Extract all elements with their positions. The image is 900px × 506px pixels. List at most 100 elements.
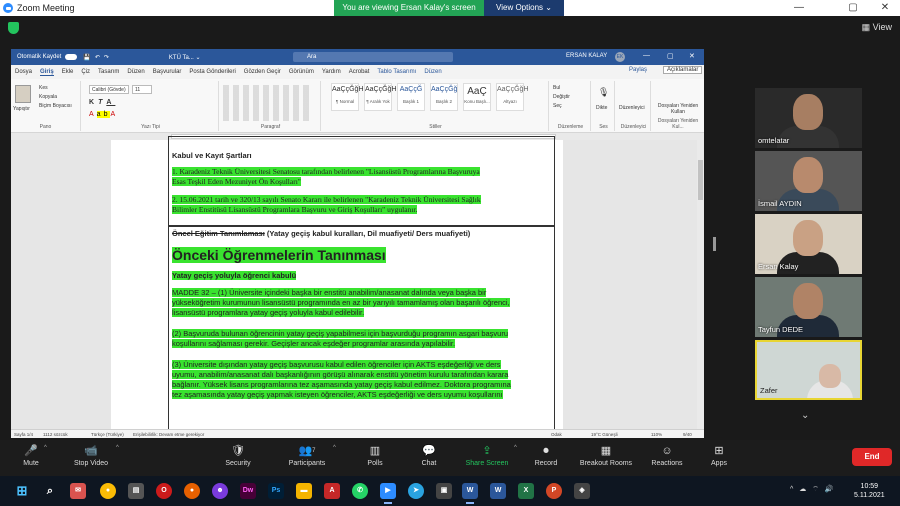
- status-zoom[interactable]: 110%: [651, 432, 662, 437]
- tab-gozden-gecir[interactable]: Gözden Geçir: [244, 69, 281, 75]
- chrome-icon[interactable]: ●: [100, 483, 116, 499]
- paragraph-buttons[interactable]: [223, 85, 313, 121]
- app-icon[interactable]: ▣: [436, 483, 452, 499]
- breakout-rooms-button[interactable]: ▦ Breakout Rooms: [576, 443, 636, 467]
- security-button[interactable]: 🛡 Security: [220, 443, 256, 467]
- participant-tile[interactable]: İsmail AYDIN: [755, 151, 862, 211]
- copy-button[interactable]: Kopyala: [39, 94, 57, 100]
- opera-icon[interactable]: O: [156, 483, 172, 499]
- tab-tablo-tasarimi[interactable]: Tablo Tasarımı: [377, 69, 416, 75]
- participant-tile[interactable]: omtelatar: [755, 88, 862, 148]
- save-icon[interactable]: 💾: [83, 54, 90, 61]
- participants-button[interactable]: 👥7 Participants: [284, 443, 330, 467]
- system-tray-icons[interactable]: ^☁⌔🔊: [790, 485, 840, 494]
- minimize-icon[interactable]: —: [784, 0, 814, 16]
- participants-caret-icon[interactable]: ^: [333, 445, 336, 451]
- maximize-icon[interactable]: ▢: [838, 0, 868, 16]
- style-heading-2[interactable]: AaÇçĞğ Başlık 2: [430, 83, 458, 111]
- close-icon[interactable]: ✕: [870, 0, 900, 16]
- tab-giris[interactable]: Giriş: [40, 69, 54, 76]
- font-format-buttons[interactable]: KTA: [89, 99, 115, 106]
- style-no-spacing[interactable]: AaÇçĞğHı ¶ Aralık Yok: [364, 83, 398, 111]
- style-subtitle[interactable]: AaÇçĞğH Altyazı: [496, 83, 529, 111]
- font-size-select[interactable]: 11: [132, 85, 152, 94]
- word-taskbar-icon[interactable]: W: [462, 483, 478, 504]
- chat-button[interactable]: 💬 Chat: [416, 443, 442, 467]
- acrobat-icon[interactable]: A: [324, 483, 340, 499]
- style-title[interactable]: AaÇ Konu Başlı...: [463, 83, 491, 111]
- status-accessibility[interactable]: Erişilebilirlik: Devam etme gerekiyor: [133, 432, 204, 437]
- reactions-button[interactable]: ☺ Reactions: [648, 443, 686, 467]
- telegram-icon[interactable]: ➤: [408, 483, 424, 499]
- view-button[interactable]: ▦ View: [862, 22, 892, 33]
- style-heading-1[interactable]: AaÇçĞ Başlık 1: [397, 83, 425, 111]
- tab-ciz[interactable]: Çiz: [81, 69, 90, 75]
- reuse-files-button[interactable]: Dosyaları Yeniden Kullan: [655, 103, 701, 115]
- format-painter-button[interactable]: Biçim Boyacısı: [39, 103, 72, 109]
- undo-icon[interactable]: ↶: [95, 54, 100, 61]
- participant-tile[interactable]: Tayfun DEDE: [755, 277, 862, 337]
- status-language[interactable]: Türkçe (Türkiye): [91, 432, 124, 437]
- tab-acrobat[interactable]: Acrobat: [349, 69, 370, 75]
- scrollbar-thumb[interactable]: [698, 160, 703, 200]
- vertical-scrollbar[interactable]: [697, 140, 704, 438]
- zoom-taskbar-icon[interactable]: ▶: [380, 483, 396, 504]
- taskbar-clock[interactable]: 10:59 5.11.2021: [854, 482, 885, 500]
- app-icon[interactable]: ☻: [212, 483, 228, 499]
- cut-button[interactable]: Kes: [39, 85, 48, 91]
- tab-basvurular[interactable]: Başvurular: [153, 69, 182, 75]
- apps-button[interactable]: ⊞ Apps: [706, 443, 732, 467]
- style-normal[interactable]: AaÇçĞğHı ¶ Normal: [331, 83, 365, 111]
- whatsapp-icon[interactable]: ✆: [352, 483, 368, 499]
- tab-dosya[interactable]: Dosya: [15, 69, 32, 75]
- mute-button[interactable]: 🎤 Mute: [18, 443, 44, 467]
- view-options-button[interactable]: View Options ⌄: [484, 0, 564, 16]
- autosave-label[interactable]: Otomatik Kaydet: [17, 54, 61, 60]
- search-icon[interactable]: ⌕: [42, 483, 58, 499]
- video-options-caret-icon[interactable]: ^: [116, 445, 119, 451]
- microphone-icon[interactable]: 🎙: [598, 87, 609, 98]
- tab-tasarim[interactable]: Tasarım: [98, 69, 119, 75]
- status-focus[interactable]: Odak: [551, 432, 562, 437]
- word-minimize-icon[interactable]: —: [643, 52, 650, 59]
- word-close-icon[interactable]: ✕: [689, 52, 695, 60]
- status-page[interactable]: Sayfa 1/4: [14, 432, 33, 437]
- share-button[interactable]: Paylaş: [629, 67, 647, 73]
- font-name-select[interactable]: Calibri (Gövde): [89, 85, 129, 94]
- stop-video-button[interactable]: 📹 Stop Video: [68, 443, 114, 467]
- select-button[interactable]: Seç: [553, 103, 562, 109]
- powerpoint-icon[interactable]: P: [546, 483, 562, 499]
- firefox-icon[interactable]: ●: [184, 483, 200, 499]
- share-screen-button[interactable]: ⇪ Share Screen: [462, 443, 512, 467]
- windows-start-icon[interactable]: ⊞: [14, 483, 30, 499]
- status-words[interactable]: 1112 sözcük: [43, 432, 68, 437]
- panel-splitter[interactable]: [713, 237, 716, 251]
- redo-icon[interactable]: ↷: [104, 54, 109, 61]
- share-options-caret-icon[interactable]: ^: [514, 445, 517, 451]
- word-restore-icon[interactable]: ▢: [667, 52, 674, 60]
- excel-icon[interactable]: X: [518, 483, 534, 499]
- record-button[interactable]: ⏺ Record: [530, 443, 562, 467]
- tab-duzen[interactable]: Düzen: [127, 69, 144, 75]
- app-icon[interactable]: ◈: [574, 483, 590, 499]
- comments-button[interactable]: Açıklamalar: [663, 66, 703, 74]
- tab-yardim[interactable]: Yardım: [322, 69, 341, 75]
- tab-posta[interactable]: Posta Gönderileri: [189, 69, 235, 75]
- font-color-buttons[interactable]: AabA: [89, 111, 118, 118]
- autosave-toggle[interactable]: [65, 54, 78, 60]
- word-icon[interactable]: W: [490, 483, 506, 499]
- dictate-button[interactable]: Dikte: [596, 105, 607, 111]
- security-shield-icon[interactable]: [8, 22, 19, 34]
- tab-ekle[interactable]: Ekle: [62, 69, 74, 75]
- polls-button[interactable]: ▥ Polls: [362, 443, 388, 467]
- photoshop-icon[interactable]: Ps: [268, 483, 284, 499]
- file-explorer-icon[interactable]: ▬: [296, 483, 312, 499]
- document-page[interactable]: Kabul ve Kayıt Şartları 1. Karadeniz Tek…: [111, 136, 563, 438]
- replace-button[interactable]: Değiştir: [553, 94, 570, 100]
- editor-button[interactable]: Düzenleyici: [619, 105, 645, 111]
- chevron-down-icon[interactable]: ⌄: [801, 410, 809, 421]
- participant-tile-active-speaker[interactable]: Zafer: [755, 340, 862, 400]
- app-icon[interactable]: ▤: [128, 483, 144, 499]
- mail-app-icon[interactable]: ✉: [70, 483, 86, 499]
- word-search-input[interactable]: Ara: [293, 52, 453, 62]
